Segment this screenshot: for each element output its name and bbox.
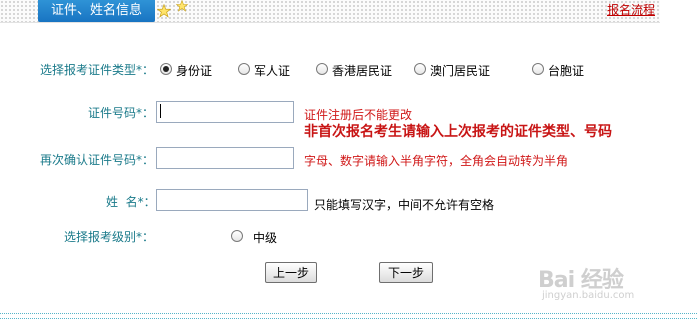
- level-label: 选择报考级别*：: [64, 230, 155, 244]
- id-confirm-label: 再次确认证件号码*：: [40, 153, 155, 167]
- radio-military-card[interactable]: [238, 63, 250, 75]
- name-label: 姓 名*：: [106, 195, 156, 209]
- name-input[interactable]: [156, 189, 308, 211]
- radio-macau-resident[interactable]: [414, 63, 426, 75]
- radio-label-macau-resident: 澳门居民证: [430, 64, 491, 78]
- radio-id-card[interactable]: [160, 63, 172, 75]
- id-number-label: 证件号码*：: [88, 106, 155, 120]
- radio-intermediate-level[interactable]: [231, 230, 243, 242]
- radio-label-id-card: 身份证: [176, 64, 213, 78]
- baidu-jingyan-watermark: Bai 经验 jingyan.baidu.com: [538, 262, 634, 301]
- star-icon: [157, 4, 171, 18]
- halfwidth-hint: 字母、数字请输入半角字符，全角会自动转为半角: [304, 154, 569, 168]
- id-number-input[interactable]: [156, 101, 294, 123]
- id-confirm-input[interactable]: [156, 147, 294, 169]
- radio-label-taiwan-compatriot: 台胞证: [548, 64, 585, 78]
- next-step-button[interactable]: 下一步: [379, 262, 433, 283]
- footer-divider: [0, 318, 697, 319]
- radio-label-intermediate-level: 中级: [253, 231, 278, 245]
- radio-taiwan-compatriot[interactable]: [532, 63, 544, 75]
- star-icon: [176, 0, 188, 12]
- radio-label-military-card: 军人证: [254, 64, 291, 78]
- id-type-label: 选择报考证件类型*：: [40, 63, 155, 77]
- registration-flow-link[interactable]: 报名流程: [607, 1, 655, 18]
- returning-candidate-hint: 非首次报名考生请输入上次报考的证件类型、号码: [304, 124, 612, 140]
- radio-hongkong-resident[interactable]: [316, 63, 328, 75]
- name-hint: 只能填写汉字，中间不允许有空格: [314, 198, 495, 212]
- text-caret: [160, 104, 161, 118]
- previous-step-button[interactable]: 上一步: [265, 262, 317, 283]
- radio-label-hongkong-resident: 香港居民证: [332, 64, 393, 78]
- watermark-url: jingyan.baidu.com: [542, 290, 635, 301]
- tab-id-name-info[interactable]: 证件、姓名信息: [38, 0, 155, 22]
- footer-divider: [0, 313, 697, 314]
